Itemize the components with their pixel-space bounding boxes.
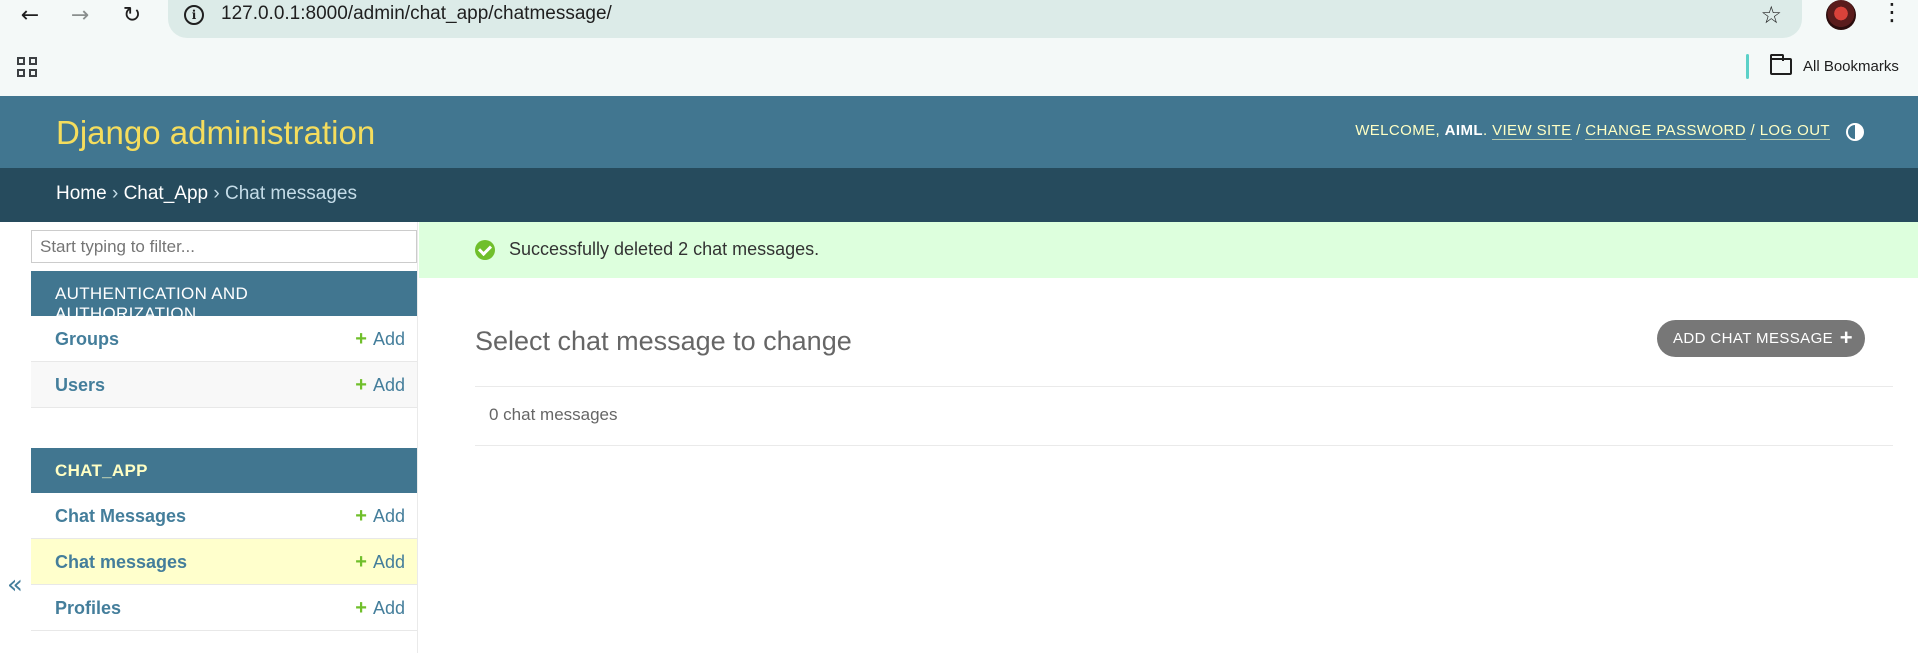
breadcrumb-current: Chat messages bbox=[224, 183, 357, 204]
nav-sidebar: AUTHENTICATION AND AUTHORIZATION Groups … bbox=[31, 222, 418, 653]
model-link-profiles[interactable]: Profiles bbox=[55, 598, 121, 619]
model-link-groups[interactable]: Groups bbox=[55, 329, 119, 350]
plus-icon: + bbox=[355, 505, 367, 527]
theme-toggle-icon[interactable] bbox=[1846, 123, 1864, 141]
plus-icon: + bbox=[355, 597, 367, 619]
site-branding[interactable]: Django administration bbox=[56, 114, 375, 152]
forward-icon[interactable]: → bbox=[62, 0, 98, 30]
sidebar-item-groups[interactable]: Groups + Add bbox=[31, 316, 417, 362]
site-header: Django administration WELCOME, AIML. VIE… bbox=[0, 96, 1918, 168]
breadcrumb: Home › Chat_App › Chat messages bbox=[0, 168, 1918, 222]
model-link-chat-messages-a[interactable]: Chat Messages bbox=[55, 506, 186, 527]
profile-avatar[interactable] bbox=[1826, 0, 1856, 30]
bookmark-star-icon[interactable]: ☆ bbox=[1760, 1, 1782, 29]
sidebar-item-users[interactable]: Users + Add bbox=[31, 362, 417, 408]
apps-grid-icon[interactable] bbox=[17, 57, 37, 77]
reload-icon[interactable]: ↻ bbox=[114, 0, 150, 30]
log-out-link[interactable]: LOG OUT bbox=[1759, 122, 1830, 140]
result-count: 0 chat messages bbox=[489, 405, 618, 424]
welcome-text: WELCOME, bbox=[1355, 122, 1441, 139]
add-groups-link[interactable]: + Add bbox=[355, 328, 405, 351]
address-bar[interactable]: i 127.0.0.1:8000/admin/chat_app/chatmess… bbox=[168, 0, 1802, 38]
model-link-users[interactable]: Users bbox=[55, 375, 105, 396]
add-profiles-link[interactable]: + Add bbox=[355, 597, 405, 620]
page-title: Select chat message to change bbox=[475, 326, 852, 356]
user-tools: WELCOME, AIML. VIEW SITE / CHANGE PASSWO… bbox=[1355, 122, 1830, 140]
all-bookmarks-link[interactable]: All Bookmarks bbox=[1803, 58, 1899, 75]
breadcrumb-home[interactable]: Home bbox=[56, 183, 107, 204]
sidebar-item-chat-messages-b[interactable]: Chat messages + Add bbox=[31, 539, 417, 585]
add-users-link[interactable]: + Add bbox=[355, 374, 405, 397]
message-text: Successfully deleted 2 chat messages. bbox=[509, 239, 820, 259]
url-text[interactable]: 127.0.0.1:8000/admin/chat_app/chatmessag… bbox=[221, 3, 612, 25]
add-chat-messages-a-link[interactable]: + Add bbox=[355, 505, 405, 528]
sidebar-item-chat-messages-a[interactable]: Chat Messages + Add bbox=[31, 493, 417, 539]
browser-menu-icon[interactable]: ⋮ bbox=[1880, 0, 1904, 32]
plus-icon: + bbox=[1839, 325, 1853, 350]
change-password-link[interactable]: CHANGE PASSWORD bbox=[1585, 122, 1746, 140]
browser-chrome: ← → ↻ i 127.0.0.1:8000/admin/chat_app/ch… bbox=[0, 0, 1918, 96]
add-chat-message-button[interactable]: ADD CHAT MESSAGE + bbox=[1657, 320, 1865, 357]
sidebar-filter-input[interactable] bbox=[31, 230, 417, 263]
bookmarks-divider bbox=[1746, 54, 1749, 79]
username: AIML bbox=[1444, 122, 1483, 139]
back-icon[interactable]: ← bbox=[12, 0, 48, 30]
plus-icon: + bbox=[355, 374, 367, 396]
folder-icon[interactable] bbox=[1770, 54, 1792, 75]
breadcrumb-separator: › bbox=[213, 183, 225, 204]
add-button-label: ADD CHAT MESSAGE bbox=[1673, 330, 1834, 347]
plus-icon: + bbox=[355, 328, 367, 350]
module-caption-chat-app[interactable]: CHAT_APP bbox=[31, 448, 417, 493]
results-divider bbox=[475, 445, 1893, 446]
results-divider bbox=[475, 386, 1893, 387]
plus-icon: + bbox=[355, 551, 367, 573]
model-link-chat-messages-b[interactable]: Chat messages bbox=[55, 552, 187, 573]
success-check-icon bbox=[475, 240, 495, 260]
sidebar-item-profiles[interactable]: Profiles + Add bbox=[31, 585, 417, 631]
breadcrumb-app[interactable]: Chat_App bbox=[124, 183, 209, 204]
breadcrumb-separator: › bbox=[111, 183, 124, 204]
success-message: Successfully deleted 2 chat messages. bbox=[419, 222, 1918, 278]
view-site-link[interactable]: VIEW SITE bbox=[1492, 122, 1572, 140]
module-caption-auth[interactable]: AUTHENTICATION AND AUTHORIZATION bbox=[31, 271, 417, 323]
add-chat-messages-b-link[interactable]: + Add bbox=[355, 551, 405, 574]
sidebar-collapse-icon[interactable]: « bbox=[7, 570, 23, 600]
site-info-icon[interactable]: i bbox=[184, 5, 204, 25]
